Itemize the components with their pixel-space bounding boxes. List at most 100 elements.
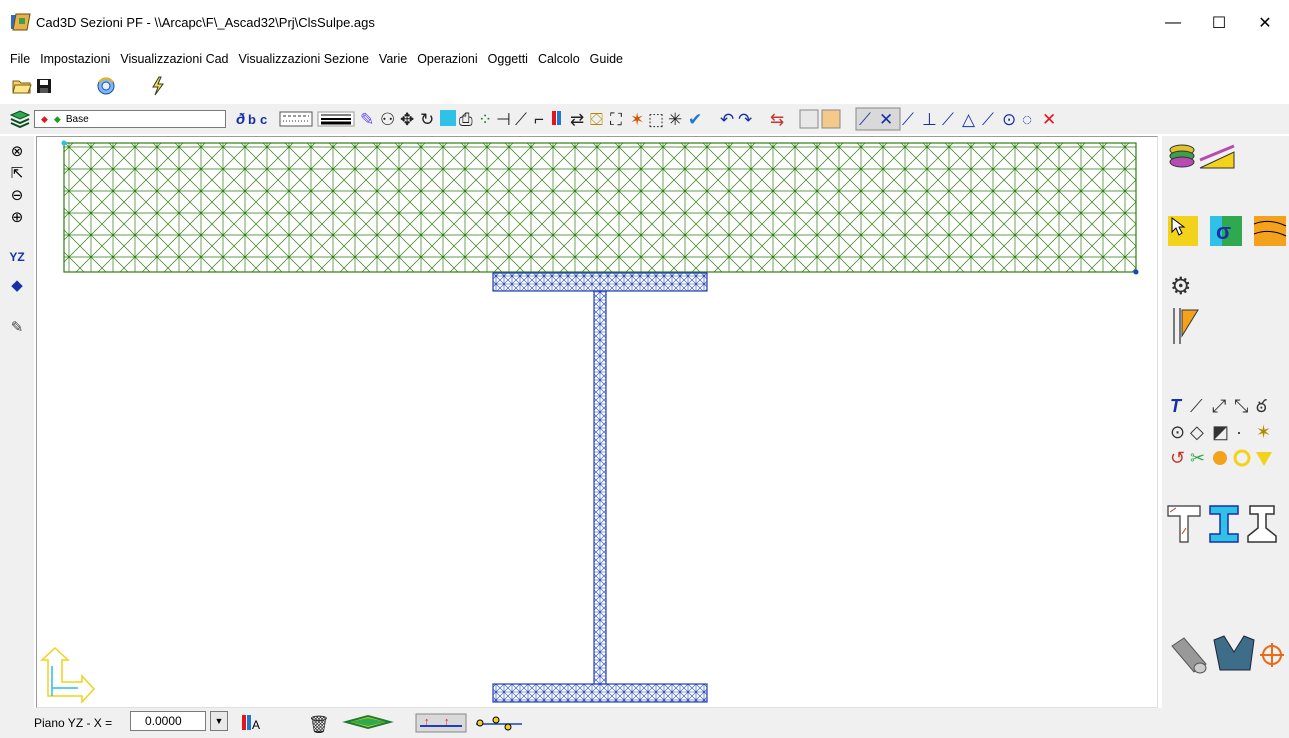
t-section-icon[interactable] bbox=[1167, 505, 1201, 543]
menu-varie[interactable]: Varie bbox=[375, 52, 411, 66]
settings-gear-icon[interactable]: ⚙ bbox=[1170, 273, 1192, 300]
circle-icon[interactable]: ⊙ bbox=[1170, 422, 1185, 442]
strata-icon[interactable] bbox=[1253, 216, 1287, 246]
snap-center-icon[interactable]: ⊙ bbox=[1002, 110, 1016, 129]
menu-operazioni[interactable]: Operazioni bbox=[413, 52, 481, 66]
explode-shape-icon[interactable]: ✶ bbox=[1256, 422, 1271, 442]
scale-icon[interactable]: ⛶ bbox=[610, 110, 622, 129]
zoom-extents-icon[interactable]: ⊕ bbox=[6, 206, 28, 228]
snap-quadrant-icon[interactable]: ◌ bbox=[1022, 110, 1032, 129]
beam-supports-icon[interactable] bbox=[476, 716, 522, 731]
grid-icon[interactable] bbox=[799, 109, 819, 129]
slab-mesh[interactable] bbox=[63, 142, 1137, 273]
mirror-icon[interactable]: ⇄ bbox=[570, 110, 584, 129]
close-button[interactable]: ✕ bbox=[1242, 8, 1288, 38]
menu-calcolo[interactable]: Calcolo bbox=[534, 52, 584, 66]
undo-icon[interactable]: ↶ bbox=[720, 110, 734, 129]
hatch-pattern-icon[interactable]: ✂ bbox=[1190, 448, 1205, 468]
snap-angle-icon[interactable]: △ bbox=[962, 110, 976, 129]
fill-icon[interactable] bbox=[440, 110, 456, 126]
snap-intersection-icon[interactable]: ✕ bbox=[879, 110, 893, 129]
snap-endpoint-icon[interactable]: ⟋ bbox=[859, 110, 871, 129]
cylinder-icon[interactable] bbox=[1171, 637, 1207, 674]
menu-impostazioni[interactable]: Impostazioni bbox=[36, 52, 114, 66]
extend-icon[interactable]: ⟋ bbox=[515, 110, 527, 129]
polyline-icon[interactable]: ⤡ bbox=[1234, 396, 1248, 416]
sigma-stress-icon[interactable]: σ bbox=[1210, 216, 1242, 246]
trim-icon[interactable]: ⊣ bbox=[496, 110, 511, 129]
plane-x-input[interactable]: 0.0000 bbox=[130, 711, 206, 731]
lightning-icon[interactable] bbox=[150, 76, 166, 96]
zoom-pan-icon[interactable]: ⇱ bbox=[6, 162, 28, 184]
render-icon[interactable] bbox=[96, 76, 116, 96]
slab-node-end[interactable] bbox=[1133, 269, 1139, 275]
array-icon[interactable]: ✳ bbox=[668, 110, 682, 129]
solid-icon[interactable] bbox=[1213, 635, 1255, 671]
menu-guide[interactable]: Guide bbox=[586, 52, 627, 66]
snap-none-icon[interactable]: ✕ bbox=[1042, 110, 1056, 129]
paint-bucket-icon[interactable]: ✎ bbox=[6, 316, 28, 338]
zoom-all-icon[interactable]: ⊖ bbox=[6, 184, 28, 206]
layers-stack-icon[interactable] bbox=[10, 110, 30, 128]
menu-visualizzazioni-cad[interactable]: Visualizzazioni Cad bbox=[116, 52, 232, 66]
save-icon[interactable] bbox=[36, 78, 52, 94]
text-style-icon[interactable]: ð b c bbox=[236, 111, 267, 128]
regen-icon[interactable]: ⇆ bbox=[770, 110, 784, 129]
pencil-icon[interactable]: ✎ bbox=[360, 110, 374, 129]
redo-icon[interactable]: ↷ bbox=[738, 110, 752, 129]
cone-icon[interactable] bbox=[1256, 452, 1272, 466]
ortho-icon[interactable] bbox=[821, 109, 841, 129]
chevron-down-icon[interactable]: ▼ bbox=[210, 711, 228, 731]
snap-nearest-icon[interactable]: ⟋ bbox=[982, 110, 994, 129]
trash-icon[interactable]: 🗑 bbox=[308, 715, 330, 734]
hatch-icon[interactable] bbox=[552, 111, 556, 125]
rail-section-icon[interactable] bbox=[1247, 505, 1277, 543]
snap-perpendicular-icon[interactable]: ⊥ bbox=[922, 110, 937, 129]
minimize-button[interactable]: — bbox=[1150, 8, 1196, 38]
torus-icon[interactable] bbox=[1233, 449, 1251, 467]
target-icon[interactable] bbox=[1260, 643, 1284, 667]
dimension-icon[interactable]: ⤢ bbox=[1212, 396, 1227, 416]
move-icon[interactable]: ✥ bbox=[400, 110, 414, 129]
steel-beam-mesh[interactable] bbox=[492, 272, 708, 703]
menu-oggetti[interactable]: Oggetti bbox=[484, 52, 532, 66]
text-icon[interactable]: T bbox=[1170, 396, 1183, 416]
open-folder-icon[interactable] bbox=[12, 77, 32, 95]
plane-section-icon[interactable] bbox=[342, 714, 394, 730]
maximize-button[interactable]: ☐ bbox=[1196, 8, 1242, 38]
copy-icon[interactable]: ⚇ bbox=[380, 110, 395, 129]
erase-icon[interactable]: ✔ bbox=[688, 110, 702, 129]
block-icon[interactable]: ⛋ bbox=[590, 110, 603, 129]
snap-points-icon[interactable]: ⁘ bbox=[478, 110, 492, 129]
loads-toggle-icon[interactable]: ↑ ↑ bbox=[415, 713, 467, 733]
select-rect-icon[interactable]: ⬚ bbox=[648, 110, 664, 129]
line-weight-icon[interactable] bbox=[317, 111, 355, 127]
snap-midpoint-icon[interactable]: ⟋ bbox=[902, 110, 914, 129]
explode-icon[interactable]: ✶ bbox=[630, 110, 644, 129]
snap-tangent-icon[interactable]: ⟋ bbox=[942, 110, 954, 129]
dash-line-icon[interactable] bbox=[279, 111, 313, 127]
fillet-icon[interactable]: ⌐ bbox=[534, 110, 544, 129]
view-yz-icon[interactable]: YZ bbox=[6, 246, 28, 268]
slab-node-start[interactable] bbox=[61, 140, 67, 146]
section-cut-icon[interactable] bbox=[1199, 144, 1235, 169]
layers-icon[interactable] bbox=[1169, 144, 1195, 168]
menu-file[interactable]: File bbox=[6, 52, 34, 66]
reinforcement-icon[interactable] bbox=[1173, 308, 1199, 344]
print-icon[interactable]: ⎙ bbox=[459, 110, 473, 129]
rotate-icon[interactable]: ↻ bbox=[420, 110, 434, 129]
sphere-icon[interactable] bbox=[1213, 451, 1227, 465]
select-area-icon[interactable] bbox=[1168, 216, 1198, 246]
arc-icon[interactable]: ↺ bbox=[1170, 448, 1185, 468]
menu-visualizzazioni-sezione[interactable]: Visualizzazioni Sezione bbox=[235, 52, 373, 66]
3d-view-icon[interactable]: ◆ bbox=[6, 274, 28, 296]
polygon-icon[interactable]: ◇ bbox=[1190, 422, 1204, 442]
hatch-area-icon[interactable]: ◩ bbox=[1212, 422, 1229, 442]
spline-icon[interactable]: ఠ bbox=[1256, 396, 1267, 416]
hatch-status-icon[interactable]: A bbox=[242, 715, 260, 732]
point-icon[interactable]: · bbox=[1236, 422, 1242, 442]
i-section-icon[interactable] bbox=[1209, 505, 1239, 543]
zoom-window-icon[interactable]: ⊗ bbox=[6, 140, 28, 162]
layer-select[interactable]: ◆ ◆ Base bbox=[34, 110, 226, 128]
line-icon[interactable]: ⟋ bbox=[1190, 396, 1203, 416]
